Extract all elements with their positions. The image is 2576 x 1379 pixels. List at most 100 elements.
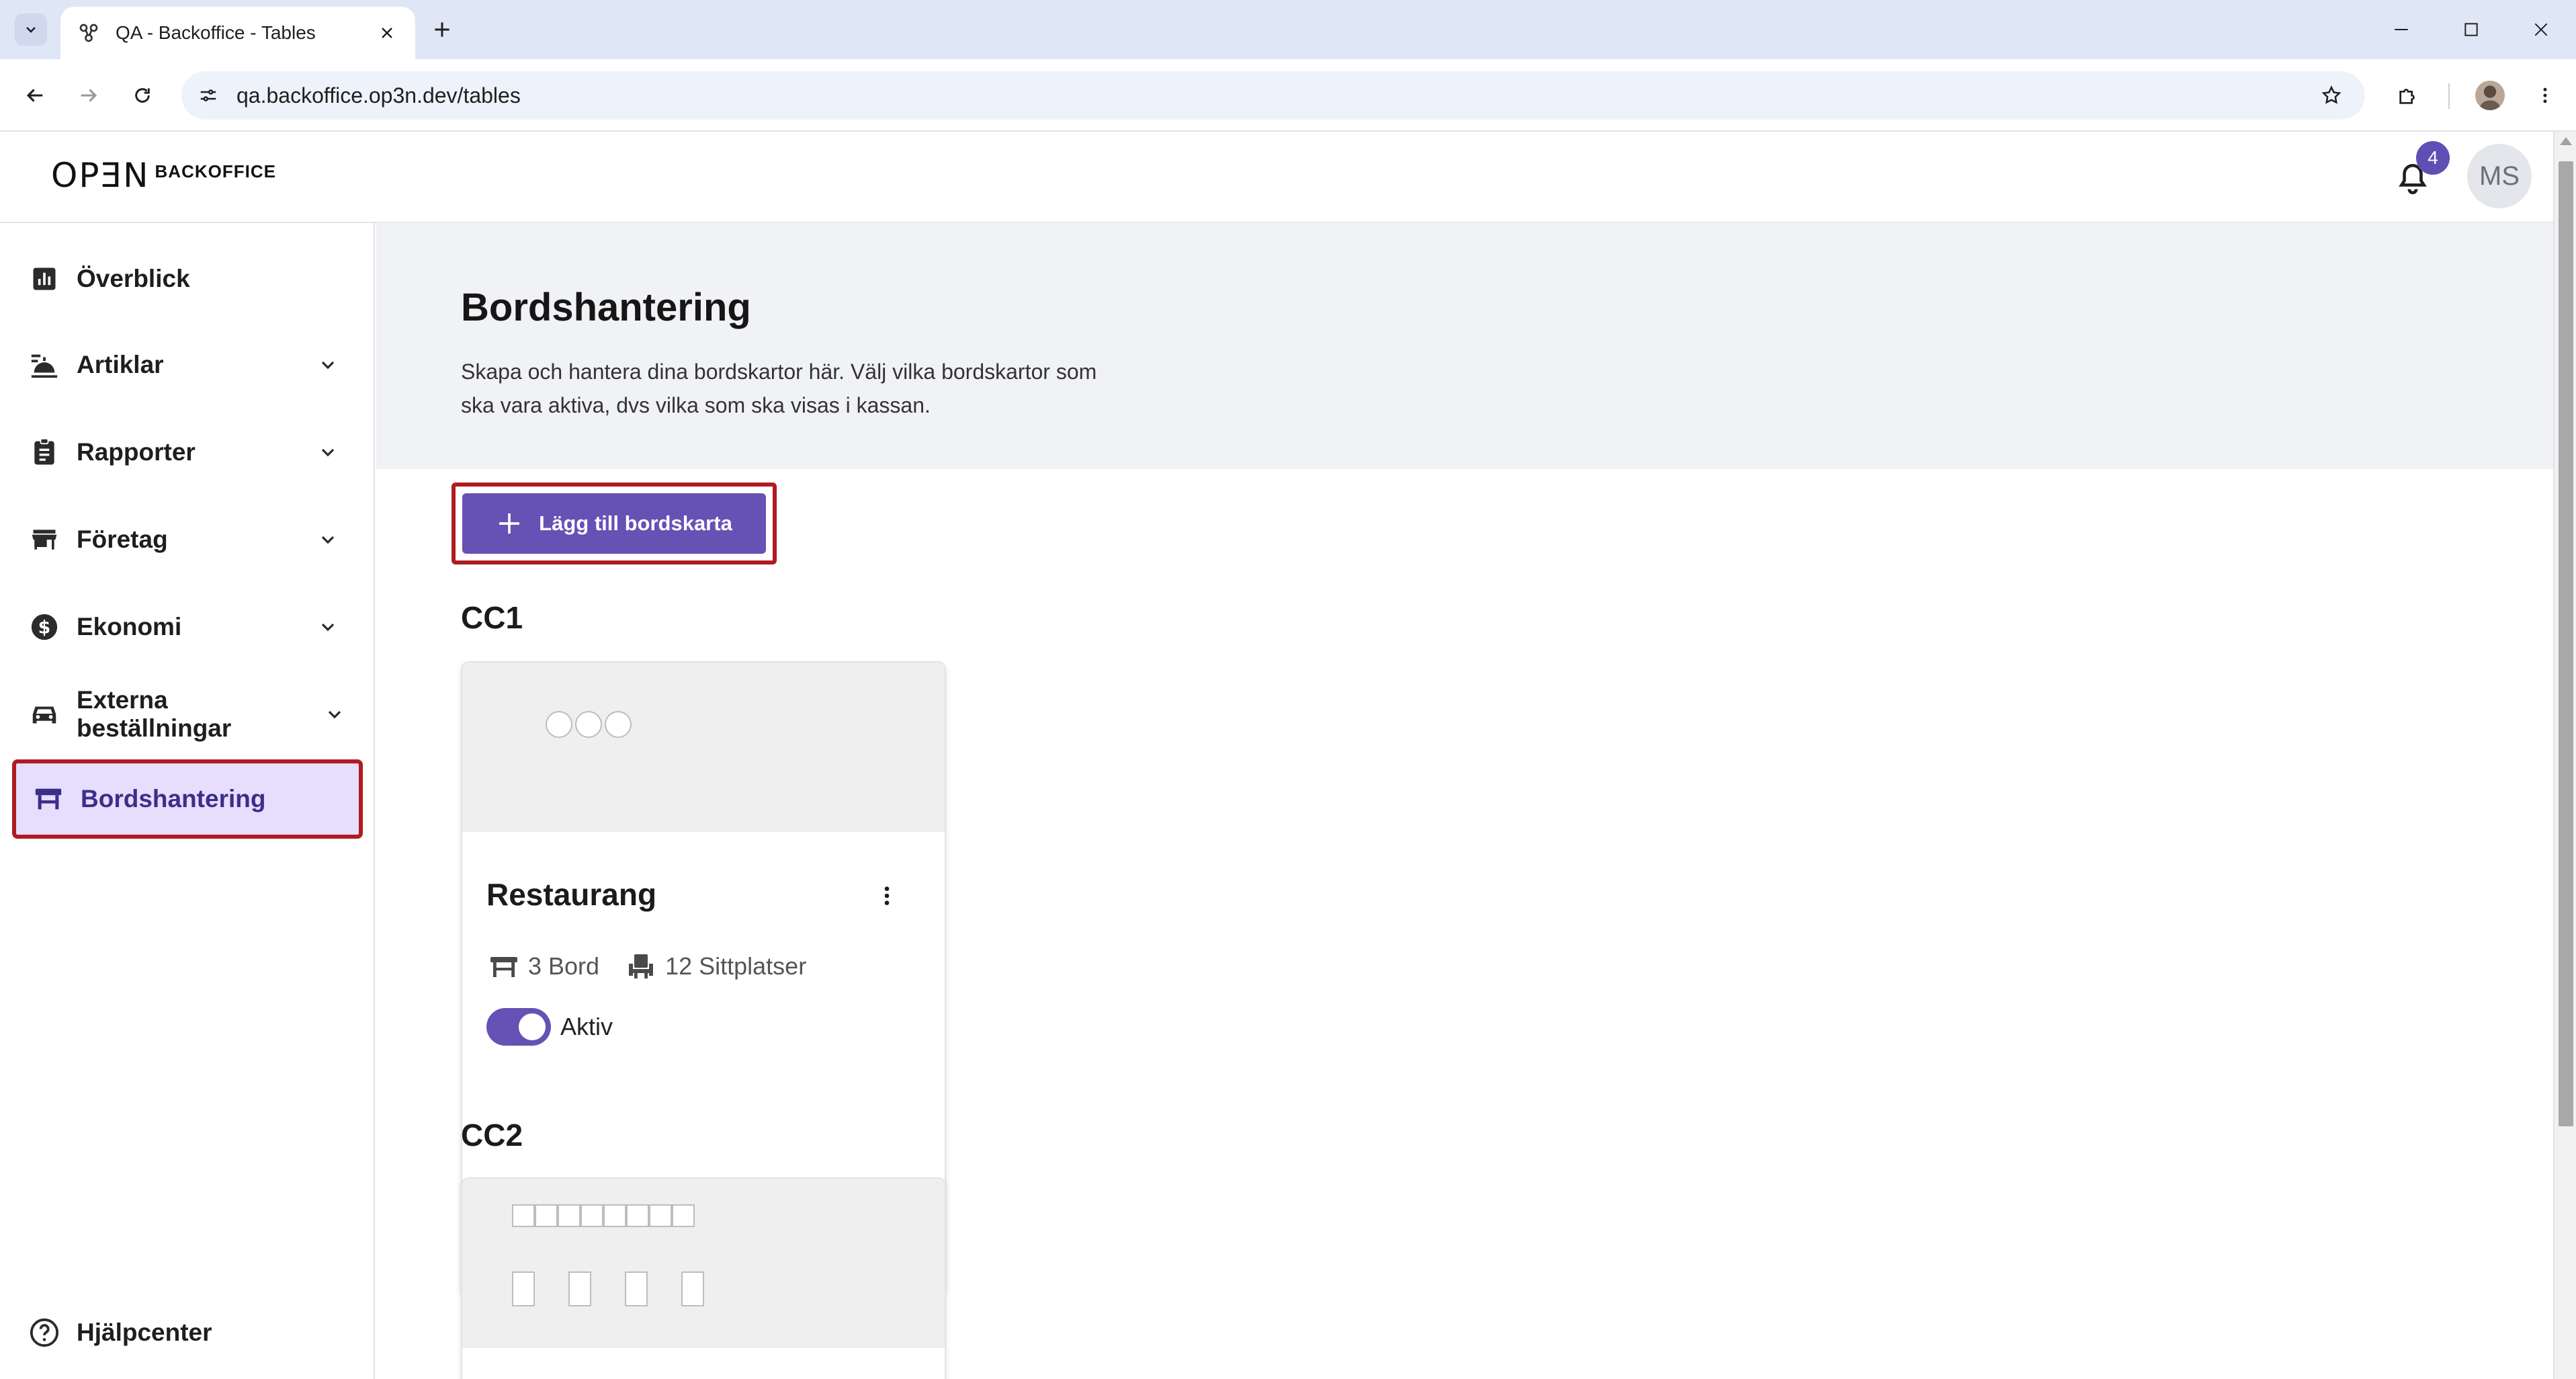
page-description: Skapa och hantera dina bordskartor här. …: [461, 360, 1097, 417]
favicon-icon: [79, 24, 98, 42]
logo-text: BACKOFFICE: [155, 161, 276, 181]
rect-table-shape: [681, 1271, 704, 1306]
person-icon: [2479, 85, 2501, 110]
square-table-shape: [672, 1204, 695, 1227]
chevron-down-icon: [312, 349, 344, 381]
sidebar-item-rapporter[interactable]: Rapporter: [12, 413, 363, 492]
toolbar-separator: [2448, 83, 2450, 109]
section-title: CC2: [461, 1118, 523, 1153]
square-table-shape: [581, 1204, 603, 1227]
sidebar-item-label: Företag: [77, 526, 168, 553]
plus-icon: [435, 22, 449, 37]
scroll-up-arrow[interactable]: [2560, 137, 2572, 145]
chevron-down-icon: [312, 611, 344, 643]
extensions-button[interactable]: [2392, 79, 2424, 112]
minimize-button[interactable]: [2366, 0, 2436, 59]
chair-icon: [629, 954, 654, 978]
help-icon: [27, 1315, 62, 1350]
round-table-shape: [575, 711, 602, 738]
table-count: 3 Bord: [528, 952, 600, 980]
scroll-thumb[interactable]: [2559, 161, 2573, 1126]
sidebar-item-label: Bordshantering: [81, 785, 266, 812]
chevron-down-icon: [312, 436, 344, 468]
browser-menu-button[interactable]: [2529, 79, 2561, 112]
table-map-card[interactable]: [461, 1177, 946, 1379]
square-table-shape: [512, 1204, 535, 1227]
sidebar-item-label: Externa beställningar: [77, 686, 232, 742]
user-avatar[interactable]: MS: [2467, 144, 2532, 208]
main-content: Bordshantering Skapa och hantera dina bo…: [376, 223, 2553, 1379]
sidebar-item-label: Ekonomi: [77, 613, 182, 640]
notification-badge: 4: [2416, 141, 2450, 175]
table-map-preview: [462, 663, 945, 832]
add-button-highlight: Lägg till bordskarta: [452, 483, 777, 565]
logo-mark: OPƎN: [51, 156, 150, 195]
card-stats: 3 Bord 12 Sittplatser: [488, 950, 806, 983]
dollar-icon: $: [27, 610, 62, 644]
rect-table-shape: [568, 1271, 591, 1306]
clipboard-icon: [27, 435, 62, 470]
app-header: OPƎN BACKOFFICE 4 MS: [0, 132, 2553, 223]
page-title: Bordshantering: [461, 286, 751, 329]
address-bar[interactable]: qa.backoffice.op3n.dev/tables: [181, 71, 2365, 120]
forward-button[interactable]: [73, 79, 105, 112]
star-icon: [2321, 85, 2342, 104]
card-menu-button[interactable]: [872, 879, 902, 913]
page-scrollbar[interactable]: [2553, 132, 2576, 1379]
tab-title: QA - Backoffice - Tables: [116, 22, 316, 43]
svg-text:$: $: [38, 618, 51, 638]
back-button[interactable]: [19, 79, 51, 112]
active-toggle[interactable]: [486, 1008, 551, 1046]
toggle-label: Aktiv: [560, 1013, 613, 1040]
add-table-map-button[interactable]: Lägg till bordskarta: [462, 493, 766, 554]
sidebar-item-label: Hjälpcenter: [77, 1319, 212, 1346]
close-icon: [382, 28, 392, 38]
logo[interactable]: OPƎN BACKOFFICE: [51, 159, 276, 192]
tab-search-button[interactable]: [15, 13, 47, 46]
browser-tab[interactable]: QA - Backoffice - Tables: [60, 7, 415, 59]
square-table-shape: [535, 1204, 558, 1227]
maximize-icon: [2464, 23, 2478, 36]
window-controls: [2366, 0, 2576, 59]
sidebar-item-externa-bestallningar[interactable]: Externa beställningar: [12, 675, 363, 754]
round-table-shape: [605, 711, 632, 738]
maximize-button[interactable]: [2436, 0, 2506, 59]
close-icon: [2534, 23, 2548, 36]
add-button-label: Lägg till bordskarta: [539, 511, 732, 535]
sidebar-item-foretag[interactable]: Företag: [12, 500, 363, 579]
square-table-shape: [558, 1204, 581, 1227]
sidebar: Överblick Artiklar Rapporter Företag $ E…: [0, 223, 375, 1379]
sidebar-item-label: Rapporter: [77, 438, 196, 466]
table-icon: [31, 782, 66, 817]
bar-chart-icon: [27, 261, 62, 296]
sidebar-item-bordshantering[interactable]: Bordshantering: [12, 759, 363, 839]
sidebar-item-ekonomi[interactable]: $ Ekonomi: [12, 587, 363, 667]
tab-close-button[interactable]: [375, 21, 399, 45]
page-header: Bordshantering Skapa och hantera dina bo…: [376, 223, 2553, 469]
square-table-shape: [626, 1204, 649, 1227]
table-icon: [490, 957, 517, 977]
section-title: CC1: [461, 600, 523, 635]
card-title: Restaurang: [486, 877, 657, 912]
new-tab-button[interactable]: [427, 15, 457, 44]
plus-icon: [499, 513, 520, 534]
sidebar-item-label: Artiklar: [77, 351, 164, 378]
sidebar-item-artiklar[interactable]: Artiklar: [12, 325, 363, 405]
site-info-button[interactable]: [192, 79, 224, 112]
bookmark-button[interactable]: [2315, 79, 2348, 112]
url-text: qa.backoffice.op3n.dev/tables: [237, 83, 521, 108]
reload-icon: [135, 88, 150, 103]
chevron-down-icon: [312, 524, 344, 556]
reload-button[interactable]: [126, 79, 159, 112]
sidebar-item-hjalpcenter[interactable]: Hjälpcenter: [12, 1293, 363, 1372]
food-icon: [27, 347, 62, 382]
puzzle-icon: [2399, 89, 2415, 104]
sidebar-item-label: Överblick: [77, 265, 190, 292]
close-window-button[interactable]: [2506, 0, 2576, 59]
car-icon: [27, 697, 62, 732]
square-table-shape: [603, 1204, 626, 1227]
chevron-down-icon: [318, 698, 351, 730]
sidebar-item-overblick[interactable]: Överblick: [12, 239, 363, 319]
more-vertical-icon: [2543, 87, 2547, 103]
browser-profile-avatar[interactable]: [2475, 81, 2505, 110]
